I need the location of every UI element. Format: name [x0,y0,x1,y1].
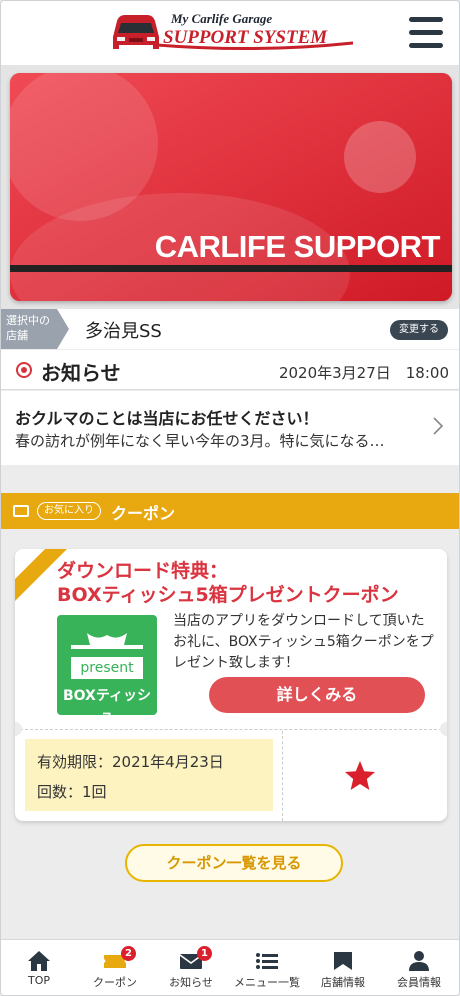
hero-section: CARLIFE SUPPORT [1,65,459,309]
coupon-heading: ダウンロード特典： BOXティッシュ5箱プレゼントクーポン [57,559,437,607]
expiry-date: 有効期限：2021年4月23日 [37,753,224,771]
tab-menu[interactable]: メニュー一覧 [229,940,305,995]
news-title: お知らせ [41,361,121,385]
tab-label: お知らせ [169,976,213,989]
tab-label: クーポン [93,976,137,989]
coupon-card: COUPON ダウンロード特典： BOXティッシュ5箱プレゼントクーポン pre… [15,549,447,821]
tab-label: メニュー一覧 [234,976,300,989]
store-name: 多治見SS [85,321,162,342]
coupon-section-header: お気に入り クーポン [1,493,459,529]
target-icon [16,362,32,378]
coupon-details-button[interactable]: 詳しくみる [209,677,425,713]
coupon-heading-line1: ダウンロード特典： [57,560,229,582]
news-badge: 1 [197,946,212,961]
hamburger-icon[interactable] [407,15,445,49]
card-title: CARLIFE SUPPORT [154,229,441,264]
coupon-section-title: クーポン [111,504,176,523]
ticket-icon [13,505,29,517]
tab-store[interactable]: 店舗情報 [305,940,381,995]
car-logo-icon: My Carlife Garage SUPPORT SYSTEM [113,11,354,51]
tab-news[interactable]: 1 お知らせ [153,940,229,995]
home-icon [28,951,50,971]
coupon-description: 当店のアプリをダウンロードして頂いたお礼に、BOXティッシュ5箱クーポンをプレゼ… [173,613,434,671]
app-screen: My Carlife Garage SUPPORT SYSTEM CARLIFE… [0,0,460,996]
news-item-body: 春の訪れが例年になく早い今年の3月。特に気になる… [15,432,385,450]
ticket-notch-left [15,722,22,736]
tab-label: 会員情報 [397,976,441,989]
store-icon [334,952,352,970]
tab-label: 店舗情報 [321,976,365,989]
app-logo[interactable]: My Carlife Garage SUPPORT SYSTEM [107,7,357,57]
news-date: 2020年3月27日 18:00 [278,364,449,382]
present-label: present [71,657,143,679]
bottom-tab-bar: TOP 2 クーポン 1 お知らせ メニュー一覧 店舗情報 会員情報 [1,939,459,995]
membership-card: CARLIFE SUPPORT [10,73,452,301]
change-store-button[interactable]: 変更する [390,320,448,340]
store-tag: 選択中の店舗 [1,309,69,349]
coupon-heading-line2: BOXティッシュ5箱プレゼントクーポン [57,584,399,606]
tissue-box-label: BOXティッシュ [62,688,152,724]
user-icon [409,951,429,971]
coupon-list-button[interactable]: クーポン一覧を見る [125,844,343,882]
ticket-notch-right [440,722,447,736]
store-tag-label: 選択中の店舗 [6,314,50,342]
tab-member[interactable]: 会員情報 [381,940,457,995]
news-header: お知らせ 2020年3月27日 18:00 [1,350,459,390]
tab-coupon[interactable]: 2 クーポン [77,940,153,995]
card-decoration [10,73,452,301]
selected-store-bar: 選択中の店舗 多治見SS 変更する [1,309,459,349]
logo-line2: SUPPORT SYSTEM [163,27,328,48]
tab-top[interactable]: TOP [1,940,77,995]
favorite-tag: お気に入り [37,502,101,520]
list-icon [256,953,278,969]
news-item-title: おクルマのことは当店にお任せください！ [15,409,319,428]
perforation-line [15,729,447,730]
tab-label: TOP [27,974,50,987]
coupon-validity: 有効期限：2021年4月23日 回数：1回 [25,739,273,811]
coupon-image: present BOXティッシュ [57,615,157,724]
chevron-right-icon [433,417,444,435]
news-item[interactable]: おクルマのことは当店にお任せください！ 春の訪れが例年になく早い今年の3月。特に… [1,391,459,465]
logo-line1: My Carlife Garage [170,11,272,26]
usage-count: 回数：1回 [37,783,107,801]
star-icon[interactable] [343,759,377,793]
coupon-divider [282,731,283,821]
coupon-badge: 2 [121,946,136,961]
app-header: My Carlife Garage SUPPORT SYSTEM [1,1,459,65]
